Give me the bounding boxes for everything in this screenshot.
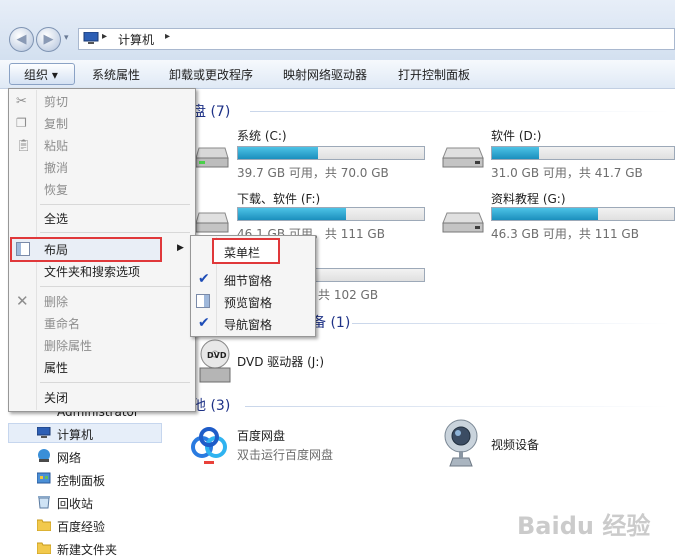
system-properties-button[interactable]: 系统属性 (92, 67, 140, 83)
menu-item-delete[interactable]: 删除 (44, 294, 68, 310)
check-icon: ✔ (198, 315, 210, 331)
menu-separator (40, 286, 190, 287)
menu-item-rename[interactable]: 重命名 (44, 316, 80, 332)
control-panel-icon (36, 472, 51, 488)
drive-c-space: 39.7 GB 可用，共 70.0 GB (237, 166, 389, 180)
nav-item-new-folder[interactable]: 新建文件夹 (57, 541, 117, 558)
drive-d-name[interactable]: 软件 (D:) (491, 127, 541, 144)
nav-item-control-panel[interactable]: 控制面板 (57, 472, 105, 489)
menu-item-select-all[interactable]: 全选 (44, 211, 68, 227)
submenu-item-details-pane[interactable]: 细节窗格 (224, 272, 272, 289)
menu-item-properties[interactable]: 属性 (44, 360, 68, 376)
group-header-removable[interactable]: 备 (1) (312, 312, 350, 332)
preview-pane-icon (196, 294, 210, 311)
menu-separator (40, 232, 190, 233)
uninstall-program-button[interactable]: 卸载或更改程序 (169, 67, 253, 83)
nav-item-network[interactable]: 网络 (57, 449, 81, 466)
baidu-netdisk-icon (186, 423, 232, 469)
group-divider (250, 111, 670, 112)
submenu-arrow-icon: ▶ (177, 243, 184, 253)
dvd-logo-label: DVD (207, 351, 227, 360)
computer-icon (36, 426, 51, 442)
back-button[interactable]: ◀ (9, 27, 34, 52)
group-divider (245, 406, 670, 407)
breadcrumb-computer[interactable]: 计算机 (118, 31, 154, 48)
open-control-panel-button[interactable]: 打开控制面板 (398, 67, 470, 83)
video-device-name[interactable]: 视频设备 (491, 436, 539, 453)
folder-icon (36, 518, 52, 534)
network-icon (37, 449, 51, 465)
computer-icon (83, 31, 99, 45)
menu-item-paste[interactable]: 粘贴 (44, 138, 68, 154)
layout-icon (16, 242, 30, 259)
group-divider (352, 323, 670, 324)
recycle-bin-icon (37, 495, 51, 512)
nav-item-baidu-jingyan[interactable]: 百度经验 (57, 518, 105, 535)
hard-drive-icon (441, 207, 485, 236)
menu-separator (40, 382, 190, 383)
breadcrumb-separator[interactable]: ▸ (102, 31, 107, 42)
webcam-icon (443, 418, 479, 468)
submenu-item-preview-pane[interactable]: 预览窗格 (224, 294, 272, 311)
nav-item-computer[interactable]: 计算机 (57, 426, 93, 443)
drive-c-name[interactable]: 系统 (C:) (237, 127, 287, 144)
drive-g-usage-bar (491, 207, 675, 221)
drive-f-usage-bar (237, 207, 425, 221)
drive-d-usage-bar (491, 146, 675, 160)
delete-icon: ✕ (16, 292, 29, 310)
menu-item-layout-highlight[interactable] (10, 237, 162, 262)
drive-c-usage-bar (237, 146, 425, 160)
menu-item-close[interactable]: 关闭 (44, 390, 68, 406)
submenu-item-menubar[interactable]: 菜单栏 (224, 244, 260, 261)
history-dropdown-icon[interactable]: ▾ (64, 33, 69, 43)
scissors-icon: ✂ (16, 94, 27, 109)
baidu-netdisk-desc: 双击运行百度网盘 (237, 448, 334, 462)
drive-g-name[interactable]: 资料教程 (G:) (491, 190, 566, 207)
drive-g-space: 46.3 GB 可用，共 111 GB (491, 227, 639, 241)
drive-d-space: 31.0 GB 可用，共 41.7 GB (491, 166, 643, 180)
nav-item-recycle-bin[interactable]: 回收站 (57, 495, 93, 512)
menu-item-copy[interactable]: 复制 (44, 116, 68, 132)
arrow-right-icon: ▶ (43, 32, 54, 47)
menu-item-folder-options[interactable]: 文件夹和搜索选项 (44, 264, 140, 280)
forward-button[interactable]: ▶ (36, 27, 61, 52)
dvd-drive-name[interactable]: DVD 驱动器 (J:) (237, 353, 324, 370)
hard-drive-icon (441, 142, 485, 171)
menu-item-undo[interactable]: 撤消 (44, 160, 68, 176)
hard-drive-icon (195, 142, 229, 171)
menu-item-cut[interactable]: 剪切 (44, 94, 68, 110)
menu-separator (40, 204, 190, 205)
watermark: Baidu 经验 (517, 512, 651, 540)
copy-icon: ❐ (16, 116, 27, 130)
clipboard-icon: 📋︎ (16, 138, 32, 152)
dvd-drive-icon (199, 338, 231, 384)
baidu-netdisk-name[interactable]: 百度网盘 (237, 427, 285, 444)
organize-label: 组织 ▾ (24, 68, 58, 82)
menu-item-layout[interactable]: 布局 (44, 242, 68, 258)
arrow-left-icon: ◀ (16, 32, 27, 47)
folder-icon (36, 541, 52, 557)
hard-drive-icon (195, 207, 229, 236)
menu-item-redo[interactable]: 恢复 (44, 182, 68, 198)
submenu-item-navigation-pane[interactable]: 导航窗格 (224, 316, 272, 333)
check-icon: ✔ (198, 271, 210, 287)
menu-item-remove-properties[interactable]: 删除属性 (44, 338, 92, 354)
drive-f-name[interactable]: 下载、软件 (F:) (237, 190, 320, 207)
drive-5-space: 共 102 GB (318, 288, 379, 302)
breadcrumb-expand[interactable]: ▸ (165, 31, 170, 42)
map-network-drive-button[interactable]: 映射网络驱动器 (283, 67, 367, 83)
